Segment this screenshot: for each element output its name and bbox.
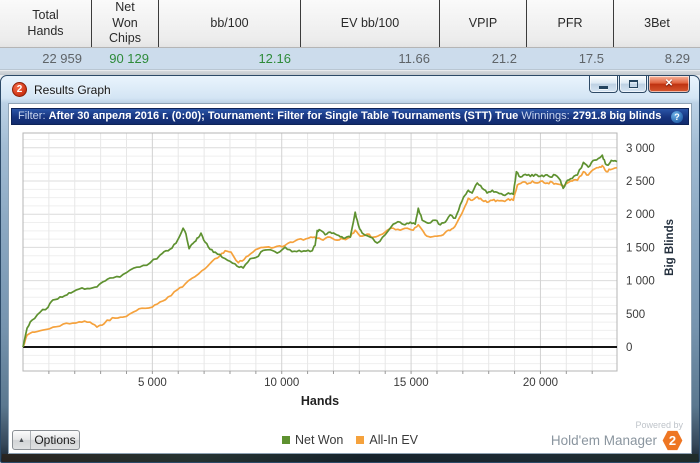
window-bottom-border [2, 454, 698, 462]
minimize-button[interactable] [589, 76, 618, 93]
window-titlebar[interactable]: 2 Results Graph ✕ [1, 76, 699, 103]
net-won-swatch-icon [281, 436, 290, 444]
stat-header-0: Total Hands [0, 0, 92, 47]
filter-text: After 30 апреля 2016 г. (0:00); Tourname… [48, 110, 519, 122]
filter-bar: Filter: After 30 апреля 2016 г. (0:00); … [11, 108, 689, 125]
stat-value-3: 11.66 [398, 51, 430, 66]
minimize-icon [599, 85, 608, 89]
close-icon: ✕ [664, 78, 674, 89]
winnings-value: 2791.8 big blinds [572, 110, 662, 122]
results-graph-window: 2 Results Graph ✕ Filter: After 30 апрел… [0, 75, 700, 463]
window-title: Results Graph [34, 83, 111, 97]
stats-table-values: 22 959 90 129 12.16 11.66 21.2 17.5 8.29 [0, 48, 700, 70]
caption-buttons: ✕ [588, 76, 690, 93]
stat-header-3: EV bb/100 [301, 0, 440, 47]
all-in-ev-swatch-icon [356, 436, 365, 444]
hm2-app-icon: 2 [12, 82, 27, 97]
stat-value-1: 90 129 [109, 51, 149, 66]
help-icon[interactable]: ? [671, 111, 683, 123]
legend-label-net-won: Net Won [294, 433, 344, 447]
maximize-button[interactable] [619, 76, 647, 93]
powered-by-text: Powered by [635, 420, 683, 430]
close-button[interactable]: ✕ [648, 76, 690, 93]
stat-header-5: PFR [527, 0, 614, 47]
brand-name: Hold'em Manager [550, 433, 657, 448]
winnings-label: Winnings: [521, 110, 570, 122]
stat-value-5: 17.5 [578, 51, 604, 66]
stat-value-6: 8.29 [664, 51, 690, 66]
stat-header-6: 3Bet [644, 15, 670, 30]
stat-header-2: bb/100 [159, 0, 301, 47]
stat-value-0: 22 959 [42, 51, 82, 66]
hm2-logo-icon: 2 [662, 430, 683, 451]
stat-value-4: 21.2 [491, 51, 517, 66]
legend-item-net-won[interactable]: Net Won [281, 433, 344, 447]
window-client-area: Filter: After 30 апреля 2016 г. (0:00); … [8, 103, 692, 454]
stat-value-2: 12.16 [258, 51, 291, 66]
stat-header-4: VPIP [440, 0, 527, 47]
maximize-icon [628, 80, 638, 88]
brand-block: Powered by Hold'em Manager 2 [551, 420, 683, 451]
legend-label-all-in-ev: All-In EV [369, 433, 419, 447]
stat-header-1: Net Won Chips [92, 0, 159, 47]
bottom-bar: ▲ Options Net Won All-In EV Powered by H… [9, 420, 691, 453]
stats-table-header: Total Hands Net Won Chips bb/100 EV bb/100 V… [0, 0, 700, 48]
filter-label: Filter: [18, 110, 46, 122]
legend-item-all-in-ev[interactable]: All-In EV [356, 433, 418, 447]
